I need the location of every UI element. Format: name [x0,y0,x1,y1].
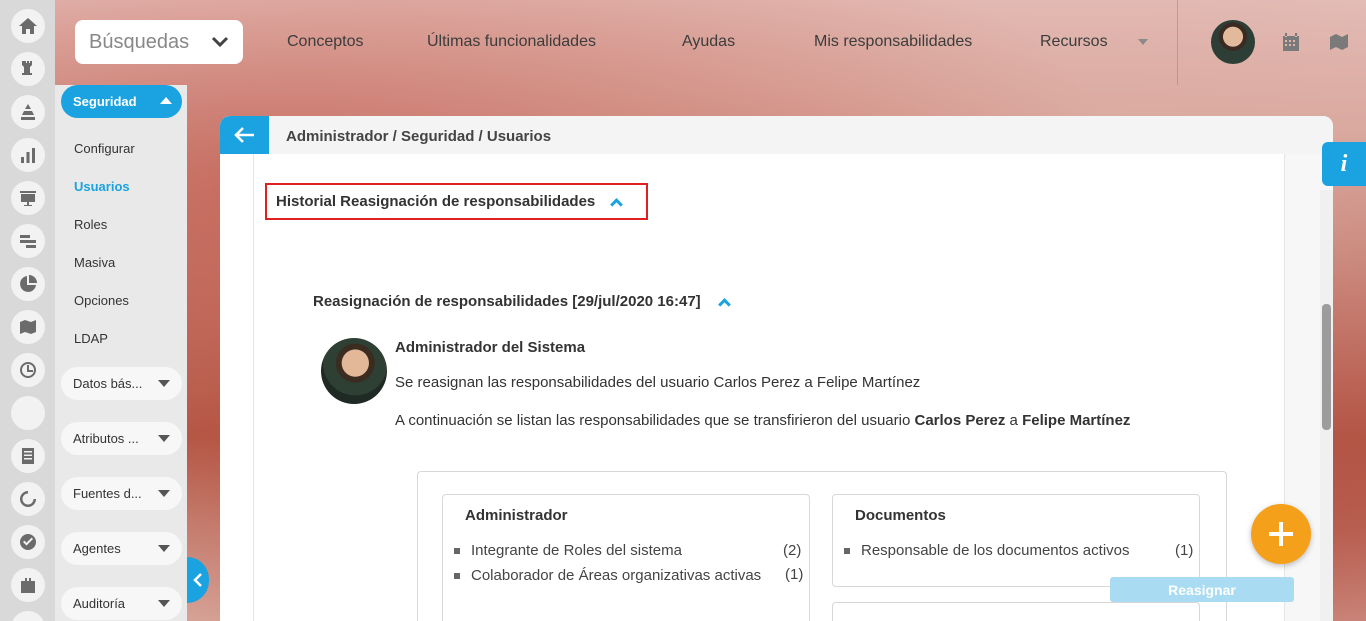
reassignment-title[interactable]: Reasignación de responsabilidades [29/ju… [313,293,731,311]
responsibility-label: Colaborador de Áreas organizativas activ… [471,567,762,584]
sidebar-group-label: Datos bás... [73,376,143,391]
bullet-icon [454,573,460,580]
search-dropdown[interactable]: Búsquedas [75,20,243,64]
sidebar-group-datos[interactable]: Datos bás... [61,367,182,400]
responsibility-count: (1) [1175,542,1194,559]
sidebar-group-atributos[interactable]: Atributos ... [61,422,182,455]
back-button[interactable] [220,116,269,154]
chevron-down-icon [158,600,170,607]
search-label: Búsquedas [89,30,190,53]
module-title: Seguridad [73,94,137,109]
sidebar-item-configurar[interactable]: Configurar [74,141,135,156]
info-button[interactable]: i [1322,142,1366,186]
sidebar-group-agentes[interactable]: Agentes [61,532,182,565]
sidebar-group-fuentes[interactable]: Fuentes d... [61,477,182,510]
breadcrumb: Administrador / Seguridad / Usuarios [286,128,552,145]
plus-icon [1269,522,1293,546]
sidebar-group-label: Fuentes d... [73,486,142,501]
nav-recursos[interactable]: Recursos [1040,33,1108,51]
presentation-icon[interactable] [11,181,45,215]
sidebar-group-label: Atributos ... [73,431,139,446]
chevron-down-icon [158,435,170,442]
info-icon: i [1340,150,1348,177]
sidebar-item-masiva[interactable]: Masiva [74,255,115,270]
divider [1177,0,1178,85]
sidebar-item-roles[interactable]: Roles [74,217,107,232]
category-card-next [832,602,1200,621]
chart-icon[interactable] [11,138,45,172]
document-icon[interactable] [11,439,45,473]
transfer-description: A continuación se listan las responsabil… [395,412,1130,429]
nav-ayudas[interactable]: Ayudas [682,33,735,51]
calendar-icon[interactable] [1280,31,1302,53]
transfer-prefix: A continuación se listan las responsabil… [395,412,915,429]
responsibility-label: Integrante de Roles del sistema [471,542,682,559]
arrow-left-icon [233,127,254,143]
list-item[interactable]: Integrante de Roles del sistema [454,542,682,559]
transfer-from-user: Carlos Perez [914,412,1006,429]
clock-icon[interactable] [11,353,45,387]
author-name: Administrador del Sistema [395,339,586,356]
bars-icon[interactable] [11,224,45,258]
module-title-button[interactable]: Seguridad [61,85,182,118]
chevron-down-icon [158,380,170,387]
list-item[interactable]: Responsable de los documentos activos [844,542,1130,559]
briefcase-icon[interactable] [11,568,45,602]
chess-icon[interactable] [11,52,45,86]
chevron-up-icon [160,97,172,104]
responsibility-count: (2) [783,542,802,559]
pyramid-icon[interactable] [11,95,45,129]
reassignment-title-text: Reasignación de responsabilidades [29/ju… [313,293,701,310]
author-avatar [321,338,387,404]
category-title: Administrador [465,507,568,524]
transfer-mid: a [1005,412,1023,429]
chevron-down-icon [158,545,170,552]
more-icon[interactable] [11,611,45,621]
add-fab-button[interactable] [1251,504,1311,564]
category-title: Documentos [855,507,946,524]
reassign-button[interactable]: Reasignar [1110,577,1294,602]
cycle-icon[interactable] [11,482,45,516]
map-icon[interactable] [1328,31,1350,53]
history-title: Historial Reasignación de responsabilida… [276,193,596,210]
history-section-toggle[interactable]: Historial Reasignación de responsabilida… [265,183,648,220]
bullet-icon [844,548,850,555]
chevron-up-icon [610,197,624,211]
sidebar-item-ldap[interactable]: LDAP [74,331,108,346]
list-item[interactable]: Colaborador de Áreas organizativas activ… [454,566,784,585]
icon-rail [0,0,55,621]
sidebar-item-usuarios[interactable]: Usuarios [74,179,130,194]
chevron-down-icon [158,490,170,497]
map-icon[interactable] [11,310,45,344]
chevron-down-icon [211,36,229,48]
pie-icon[interactable] [11,267,45,301]
nav-mis-responsabilidades[interactable]: Mis responsabilidades [814,33,972,51]
user-avatar[interactable] [1211,20,1255,64]
nav-ultimas-funcionalidades[interactable]: Últimas funcionalidades [427,33,596,51]
transfer-to-user: Felipe Martínez [1022,412,1131,429]
bullet-icon [454,548,460,555]
scrollbar-thumb[interactable] [1322,304,1331,430]
nav-conceptos[interactable]: Conceptos [287,33,364,51]
sidebar-group-auditoria[interactable]: Auditoría [61,587,182,620]
chevron-left-icon [193,573,202,587]
reassign-description: Se reasignan las responsabilidades del u… [395,374,921,391]
blank-icon[interactable] [11,396,45,430]
responsibility-count: (1) [785,566,804,583]
chevron-up-icon [717,298,731,311]
sidebar-item-opciones[interactable]: Opciones [74,293,129,308]
sidebar-group-label: Auditoría [73,596,126,611]
responsibility-label: Responsable de los documentos activos [861,542,1130,559]
nav-more-caret-icon[interactable] [1138,39,1148,45]
home-icon[interactable] [11,9,45,43]
sidebar-group-label: Agentes [73,541,121,556]
check-icon[interactable] [11,525,45,559]
